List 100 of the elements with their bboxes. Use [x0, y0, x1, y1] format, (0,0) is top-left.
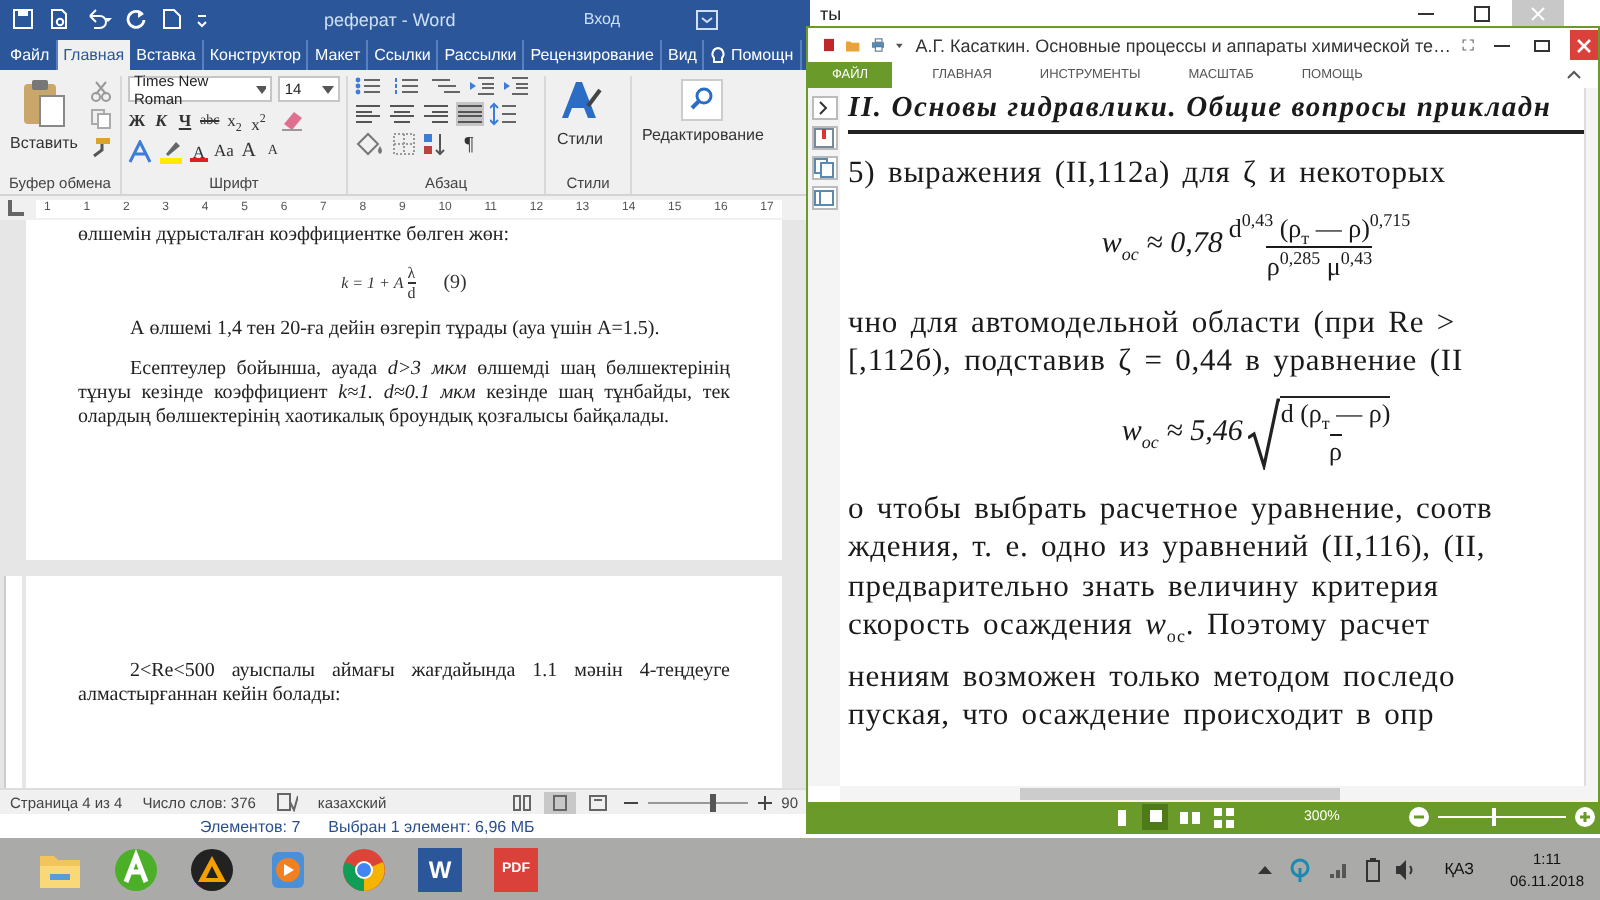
window-title: реферат - Word: [324, 9, 456, 29]
panel-icon: [814, 190, 834, 206]
media-player-icon[interactable]: [190, 847, 234, 891]
format-button[interactable]: Ж: [128, 109, 146, 131]
fullscreen-icon[interactable]: [1462, 34, 1476, 56]
item-count: Элементов: 7: [200, 817, 301, 835]
editing-button[interactable]: Редактирование: [638, 76, 768, 194]
collapse-icon[interactable]: [1566, 70, 1582, 80]
text-line: ждения, т. е. одно из уравнений (II,116), (II,: [848, 528, 1488, 568]
book-icon: [824, 34, 835, 56]
view-icon: [587, 793, 608, 811]
clipboard-icon: [21, 78, 66, 130]
align-icon: [458, 104, 482, 124]
format-button[interactable]: x$^{2}$: [249, 109, 268, 131]
maximize-icon: [1472, 4, 1492, 24]
view-icon: [549, 793, 570, 811]
text-line: [,112б), подставив ζ = 0,44 в уравнение (II: [848, 342, 1466, 382]
dropdown-arrow-icon: [322, 85, 334, 93]
slider-thumb[interactable]: [709, 793, 716, 811]
formula: w$_{ос}$ ≈ 5,46 d (ρ$_{т}$ — ρ) ρ: [1121, 397, 1391, 470]
tab-selector[interactable]: [8, 200, 24, 216]
align-icon: [356, 104, 380, 124]
expand-panel-button[interactable]: [811, 96, 837, 120]
sign-in-link[interactable]: Вход: [583, 10, 620, 28]
scrollbar[interactable]: [840, 786, 1598, 802]
text-effects-icon[interactable]: [128, 139, 152, 163]
view-button[interactable]: [543, 791, 576, 813]
format-button[interactable]: x$_{2}$: [225, 109, 244, 131]
print-icon[interactable]: [871, 34, 885, 56]
align-icon: [424, 104, 448, 124]
chevron-up-icon[interactable]: [1258, 864, 1273, 874]
close-button[interactable]: [1569, 30, 1598, 60]
view-icon: [1213, 807, 1233, 827]
format-painter-icon[interactable]: [89, 136, 112, 158]
align-button[interactable]: [388, 102, 416, 126]
chevron-right-icon: [818, 100, 830, 116]
font-color-button[interactable]: A: [190, 141, 208, 161]
ribbon-display-icon[interactable]: [696, 9, 718, 29]
word-app-icon[interactable]: W: [418, 847, 462, 891]
ribbon-tab[interactable]: Главная: [57, 40, 131, 70]
increase-indent-icon[interactable]: [502, 76, 530, 96]
format-button[interactable]: К: [152, 109, 170, 131]
text-line: нениям возможен только методом последо: [848, 657, 1458, 697]
view-icon: [511, 793, 532, 811]
new-document-icon[interactable]: [162, 8, 182, 30]
text-line: чно для автомодельной области (при Re >: [848, 303, 1458, 343]
equation-number: (9): [443, 272, 467, 294]
square-root-sign: [1248, 397, 1281, 470]
redo-icon[interactable]: [126, 8, 148, 30]
highlighter-icon[interactable]: [158, 138, 184, 164]
customize-icon[interactable]: [896, 39, 904, 51]
speaker-icon[interactable]: [1396, 859, 1417, 879]
browser-icon[interactable]: [342, 847, 386, 891]
customize-icon[interactable]: [196, 11, 208, 27]
line-spacing-icon[interactable]: [490, 102, 518, 126]
change-case-button[interactable]: Aa: [214, 140, 234, 162]
preview-icon[interactable]: [48, 8, 70, 30]
paste-button[interactable]: Вставить: [6, 76, 82, 174]
bullets-icon[interactable]: [354, 76, 386, 96]
text-line: 5) выражения (II,112а) для ζ и некоторых: [848, 154, 1448, 193]
thumbnails-button[interactable]: [811, 156, 837, 180]
align-button[interactable]: [354, 102, 382, 126]
save-icon[interactable]: [12, 8, 34, 30]
pages-icon: [814, 158, 834, 178]
view-button[interactable]: [1142, 804, 1168, 830]
align-button[interactable]: [422, 102, 450, 126]
close-icon: [1573, 35, 1594, 55]
zoom-in-icon[interactable]: [757, 795, 772, 809]
shading-icon[interactable]: [354, 132, 386, 156]
sort-icon[interactable]: [422, 132, 446, 156]
bookmark-icon: [814, 128, 834, 148]
language-indicator[interactable]: ҚАЗ: [1444, 860, 1475, 878]
show-formatting-button[interactable]: ¶: [460, 133, 478, 155]
bookmarks-button[interactable]: [811, 126, 837, 150]
paragraph: А өлшемі 1,4 тен 20-ға дейін өзгеріп тұрады (ауа үшін А=1.5).: [128, 318, 662, 342]
decrease-indent-icon[interactable]: [468, 76, 496, 96]
undo-icon[interactable]: [84, 8, 112, 30]
multilevel-list-icon[interactable]: [430, 76, 462, 96]
app-icon[interactable]: [114, 847, 158, 891]
proofing-icon[interactable]: [275, 792, 298, 812]
text-line: пуская, что осаждение происходит в опр: [848, 696, 1437, 736]
format-button[interactable]: Ч: [176, 109, 194, 131]
dropdown-arrow-icon: [255, 85, 267, 93]
slider-thumb[interactable]: [1491, 808, 1496, 826]
scrollbar[interactable]: [1584, 88, 1598, 786]
grow-font-button[interactable]: A: [239, 140, 258, 162]
numbering-icon[interactable]: [392, 76, 424, 96]
clear-formatting-icon[interactable]: [279, 108, 304, 132]
view-button[interactable]: [1210, 804, 1236, 830]
search-icon: [680, 78, 725, 122]
battery-icon[interactable]: [1366, 857, 1381, 881]
panel-button[interactable]: [811, 186, 837, 210]
close-icon: [1528, 4, 1548, 24]
window-title: ты: [820, 4, 842, 24]
paragraph: Есептеулер бойынша, ауада d>3 мкм өлшемді шаң бөлшектерінің тұнуы кезінде коэффициент k≈1. d≈0.1 мкм кезінде шаң тұнбайды, тек олардың бөлшектерінің хаотикалық броундық қозғалысы байқалады.: [78, 358, 730, 430]
signal-icon[interactable]: [1328, 859, 1351, 879]
align-button[interactable]: [456, 102, 484, 126]
styles-button[interactable]: Стили: [552, 76, 608, 174]
align-icon: [390, 104, 414, 124]
video-player-icon[interactable]: [266, 847, 310, 891]
